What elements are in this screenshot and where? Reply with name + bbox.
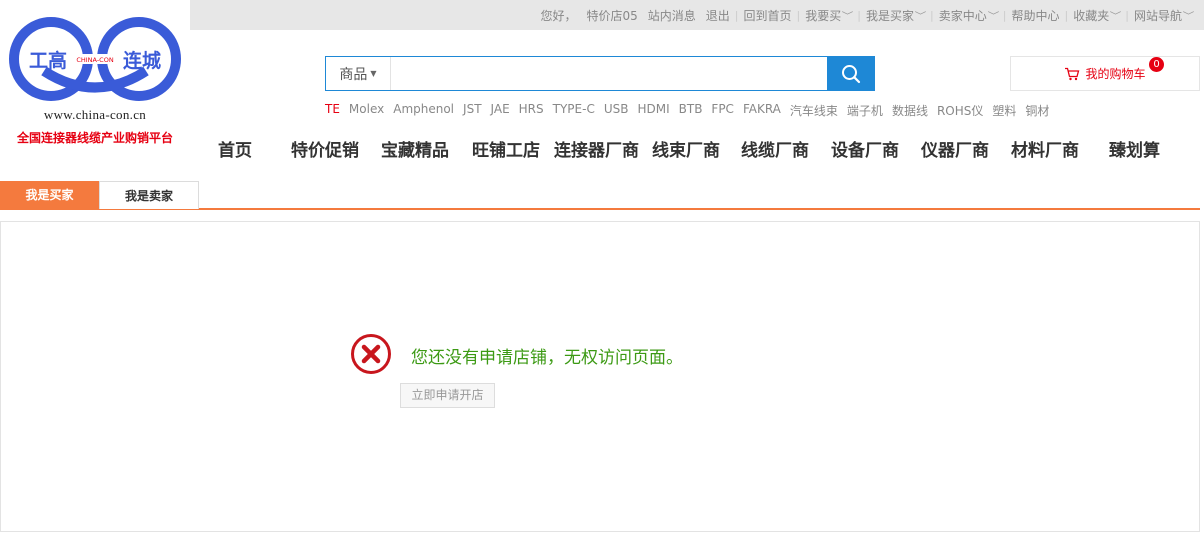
hot-keyword-link[interactable]: JST: [463, 102, 482, 119]
search-input[interactable]: [390, 57, 827, 90]
buy-menu[interactable]: 我要买 ﹀: [800, 7, 857, 24]
site-logo[interactable]: 工高 CHINA-CON 连城 www.china-con.cn 全国连接器线缆…: [0, 0, 190, 170]
chevron-down-icon: ﹀: [1109, 11, 1122, 22]
hot-keyword-link[interactable]: BTB: [679, 102, 703, 119]
main-nav: 首页 特价促销 宝藏精品 旺铺工店 连接器厂商 线束厂商 线缆厂商 设备厂商 仪器厂商 材料厂商臻…: [190, 131, 1204, 171]
search-category-select[interactable]: 商品 ▼: [326, 57, 390, 90]
role-tabs: 我是买家 我是卖家: [0, 181, 1200, 210]
tab-buyer[interactable]: 我是买家: [0, 181, 99, 209]
cart-button[interactable]: 我的购物车 0: [1010, 56, 1200, 91]
logo-slogan: 全国连接器线缆产业购销平台: [16, 131, 173, 145]
seller-center-label: 卖家中心: [938, 8, 987, 23]
logout-link[interactable]: 退出: [701, 7, 735, 24]
logo-center-text: CHINA-CON: [76, 56, 114, 64]
hot-keyword-link[interactable]: 汽车线束: [790, 102, 838, 119]
nav-item[interactable]: 首页: [218, 131, 252, 171]
search-button[interactable]: [827, 56, 875, 91]
nav-item[interactable]: 线束厂商: [652, 131, 720, 171]
nav-item[interactable]: 特价促销: [291, 131, 359, 171]
tab-seller[interactable]: 我是卖家: [99, 181, 199, 209]
seller-center-menu[interactable]: 卖家中心 ﹀: [934, 7, 1003, 24]
help-link[interactable]: 帮助中心: [1006, 7, 1064, 24]
logo-mark: 工高 CHINA-CON 连城: [9, 17, 181, 101]
search-category-label: 商品: [339, 66, 368, 83]
buy-menu-label: 我要买: [805, 8, 842, 23]
error-icon: [351, 334, 391, 374]
cart-count-badge: 0: [1149, 57, 1164, 72]
error-message: 您还没有申请店铺，无权访问页面。: [411, 348, 683, 368]
nav-item[interactable]: 连接器厂商: [554, 131, 639, 171]
hot-keywords: TE Molex Amphenol JST JAE HRS TYPE-C USB HDMI BTB…: [325, 102, 1049, 119]
nav-item[interactable]: 线缆厂商: [741, 131, 809, 171]
hot-keyword-link[interactable]: FPC: [711, 102, 734, 119]
hot-keyword-link[interactable]: TE: [325, 102, 340, 119]
logo-url: www.china-con.cn: [43, 107, 147, 122]
favorites-label: 收藏夹: [1073, 8, 1110, 23]
buyer-menu[interactable]: 我是买家 ﹀: [861, 7, 930, 24]
cart-label: 我的购物车: [1085, 67, 1146, 81]
hot-keyword-link[interactable]: JAE: [491, 102, 510, 119]
hot-keyword-link[interactable]: HDMI: [637, 102, 669, 119]
page: 您好， 特价店05 站内消息 退出 | 回到首页 | 我要买 ﹀ | 我是买家 ﹀ …: [0, 0, 1204, 535]
top-links: 您好， 特价店05 站内消息 退出 | 回到首页 | 我要买 ﹀ | 我是买家 ﹀ …: [535, 0, 1198, 30]
nav-item[interactable]: 材料厂商: [1011, 131, 1079, 171]
nav-item[interactable]: 设备厂商: [831, 131, 899, 171]
search-icon: [842, 64, 861, 83]
cart-icon: [1065, 67, 1080, 80]
hot-keyword-link[interactable]: USB: [604, 102, 629, 119]
nav-item[interactable]: 臻划算: [1109, 131, 1160, 171]
chevron-down-icon: ﹀: [841, 11, 854, 22]
logo-left-text: 工高: [29, 49, 67, 72]
greeting: 您好，: [540, 8, 577, 23]
hot-keyword-link[interactable]: FAKRA: [743, 102, 781, 119]
hot-keyword-link[interactable]: 塑料: [992, 102, 1016, 119]
buyer-menu-label: 我是买家: [865, 8, 914, 23]
hot-keyword-link[interactable]: Amphenol: [393, 102, 454, 119]
username-link[interactable]: 特价店05: [581, 7, 642, 24]
favorites-menu[interactable]: 收藏夹 ﹀: [1068, 7, 1125, 24]
content-panel: 您还没有申请店铺，无权访问页面。 立即申请开店: [0, 221, 1200, 532]
chevron-down-icon: ﹀: [914, 11, 927, 22]
nav-item[interactable]: 宝藏精品: [381, 131, 449, 171]
nav-item[interactable]: 仪器厂商: [921, 131, 989, 171]
messages-link[interactable]: 站内消息: [643, 7, 701, 24]
search-bar: 商品 ▼: [325, 56, 875, 91]
home-link[interactable]: 回到首页: [739, 7, 797, 24]
site-nav-label: 网站导航: [1133, 8, 1182, 23]
site-nav-menu[interactable]: 网站导航 ﹀: [1129, 7, 1198, 24]
hot-keyword-link[interactable]: HRS: [519, 102, 544, 119]
apply-shop-button[interactable]: 立即申请开店: [400, 383, 495, 408]
caret-down-icon: ▼: [370, 69, 377, 78]
hot-keyword-link[interactable]: 铜材: [1025, 102, 1049, 119]
hot-keyword-link[interactable]: 端子机: [847, 102, 883, 119]
hot-keyword-link[interactable]: ROHS仪: [937, 102, 983, 119]
nav-item[interactable]: 旺铺工店: [472, 131, 540, 171]
hot-keyword-link[interactable]: 数据线: [892, 102, 928, 119]
hot-keyword-link[interactable]: TYPE-C: [553, 102, 595, 119]
logo-right-text: 连城: [123, 49, 161, 72]
chevron-down-icon: ﹀: [1182, 11, 1195, 22]
chevron-down-icon: ﹀: [987, 11, 1000, 22]
hot-keyword-link[interactable]: Molex: [349, 102, 384, 119]
